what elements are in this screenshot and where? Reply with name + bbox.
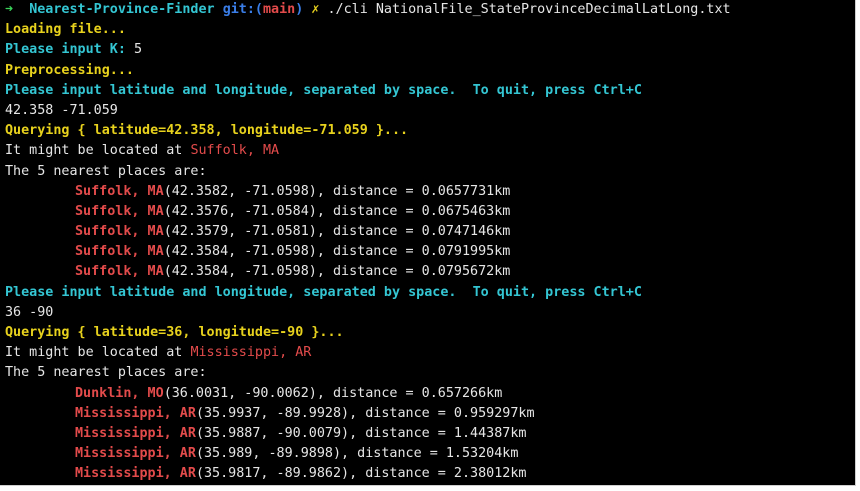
nearest-header: The 5 nearest places are: [5,163,207,179]
result-place: Dunklin, MO [75,385,164,401]
git-label-close: ) [295,2,304,17]
result-detail: (42.3584, -71.0598), distance = 0.079199… [163,244,511,260]
result-row: Suffolk, MA(42.3584, -71.0598), distance… [0,262,855,282]
prompt-arrow-icon: ➜ [5,2,14,17]
result-row: Mississippi, AR(35.9887, -90.0079), dist… [0,424,855,444]
result-detail: (36.0031, -90.0062), distance = 0.657266… [163,385,503,401]
result-place: Mississippi, AR [75,446,196,462]
preprocessing-message: Preprocessing... [5,62,134,78]
located-line: It might be located at Suffolk, MA [0,141,855,161]
querying-message: Querying { latitude=42.358, longitude=-7… [5,123,409,139]
result-row: Suffolk, MA(42.3579, -71.0581), distance… [0,222,855,242]
result-row: Suffolk, MA(42.3576, -71.0584), distance… [0,202,855,222]
shell-prompt-line: ➜ Nearest-Province-Finder git:(main) ✗ .… [0,0,855,20]
git-label: git:( [222,2,263,17]
result-detail: (35.989, -89.9898), distance = 1.53204km [195,446,519,462]
result-place: Mississippi, AR [75,405,196,421]
query-input: 36 -90 [5,304,54,320]
result-place: Suffolk, MA [75,224,164,240]
result-place: Suffolk, MA [75,244,164,260]
located-prefix: It might be located at [5,143,191,159]
result-row: Mississippi, AR(35.9817, -89.9862), dist… [0,464,855,484]
result-detail: (35.9937, -89.9928), distance = 0.959297… [195,405,535,421]
result-place: Suffolk, MA [75,203,164,219]
located-prefix: It might be located at [5,345,191,361]
result-row: Mississippi, AR(35.989, -89.9898), dista… [0,444,855,464]
result-row: Mississippi, AR(35.9937, -89.9928), dist… [0,404,855,424]
k-input-value: 5 [134,42,143,58]
prompt-directory: Nearest-Province-Finder [29,2,215,17]
coordinate-instruction: Please input latitude and longitude, sep… [5,82,642,98]
result-place: Suffolk, MA [75,183,164,199]
result-detail: (35.9887, -90.0079), distance = 1.44387k… [195,425,527,441]
result-detail: (42.3582, -71.0598), distance = 0.065773… [163,183,511,199]
result-detail: (42.3579, -71.0581), distance = 0.074714… [163,224,511,240]
terminal-window[interactable]: ➜ Nearest-Province-Finder git:(main) ✗ .… [0,0,856,486]
querying-message: Querying { latitude=36, longitude=-90 }.… [5,325,344,340]
result-row: Suffolk, MA(42.3584, -71.0598), distance… [0,242,855,262]
located-line: It might be located at Mississippi, AR [0,343,855,363]
k-prompt: Please input K: [5,42,134,58]
result-row: Dunklin, MO(36.0031, -90.0062), distance… [0,384,855,404]
result-place: Mississippi, AR [75,425,196,441]
result-row: Suffolk, MA(42.3582, -71.0598), distance… [0,182,855,202]
k-prompt-line: Please input K: 5 [0,40,855,60]
git-dirty-icon: ✗ [311,2,320,17]
result-detail: (42.3584, -71.0598), distance = 0.079567… [163,264,511,280]
shell-command: ./cli NationalFile_StateProvinceDecimalL… [327,2,731,17]
result-detail: (42.3576, -71.0584), distance = 0.067546… [163,203,511,219]
result-detail: (35.9817, -89.9862), distance = 2.38012k… [195,466,527,482]
query-input: 42.358 -71.059 [5,102,118,118]
coordinate-instruction: Please input latitude and longitude, sep… [5,284,642,300]
located-place: Suffolk, MA [190,143,280,159]
result-place: Suffolk, MA [75,264,164,280]
nearest-header: The 5 nearest places are: [5,365,207,381]
loading-message: Loading file... [5,22,126,38]
located-place: Mississippi, AR [190,345,312,361]
result-place: Mississippi, AR [75,466,196,482]
git-branch: main [263,2,296,17]
